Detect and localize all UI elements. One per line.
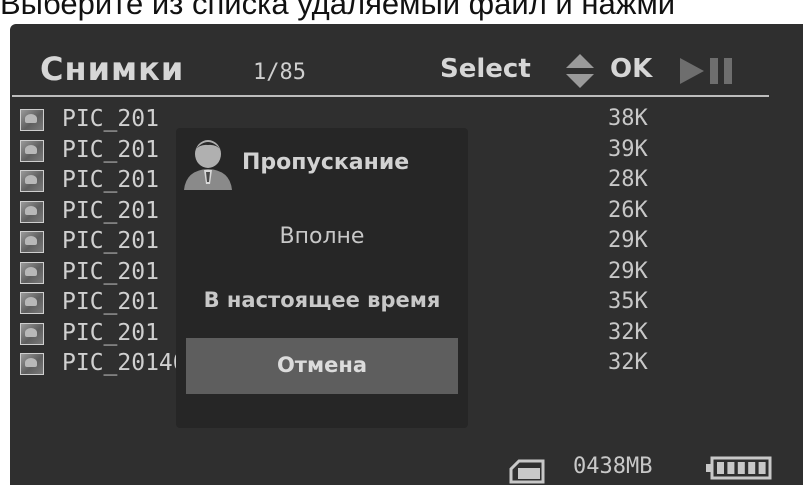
file-size: 32K	[608, 350, 648, 375]
person-icon	[184, 140, 232, 190]
image-thumbnail-icon	[20, 231, 44, 253]
image-thumbnail-icon	[20, 322, 44, 345]
file-name: PIC_201	[62, 289, 159, 315]
file-counter: 1/85	[253, 60, 306, 85]
up-down-arrows-icon[interactable]	[564, 53, 596, 89]
caption-text: Выберите из списка удаляемый файл и нажм…	[0, 0, 676, 21]
file-name: PIC_201	[62, 258, 159, 285]
device-screen: Снимки 1/85 Select OK PIC_201 38K PIC_20…	[10, 24, 803, 485]
image-thumbnail-icon	[20, 353, 44, 375]
battery-bar	[748, 462, 756, 474]
option-fully[interactable]: Вполне	[176, 224, 468, 249]
battery-bar	[717, 462, 724, 474]
status-bar: 0438MB	[10, 450, 803, 485]
image-thumbnail-icon	[20, 170, 44, 192]
option-current[interactable]: В настоящее время	[176, 288, 468, 312]
file-size: 29K	[608, 258, 648, 284]
image-thumbnail-icon	[20, 292, 44, 314]
battery-bar	[758, 462, 766, 474]
image-thumbnail-icon	[20, 109, 44, 131]
file-name: PIC_201	[62, 228, 159, 254]
header-bar: Снимки 1/85 Select OK	[10, 24, 803, 96]
option-cancel[interactable]: Отмена	[186, 338, 458, 394]
battery-icon	[706, 456, 772, 480]
image-thumbnail-icon	[20, 261, 44, 284]
file-size: 29K	[608, 228, 648, 253]
file-size: 35K	[608, 289, 648, 314]
file-size: 39K	[608, 136, 648, 162]
file-name: PIC_201	[62, 136, 159, 163]
file-name: PIC_201	[62, 197, 159, 224]
file-size: 28K	[608, 167, 648, 192]
battery-bar	[727, 462, 735, 474]
image-thumbnail-icon	[20, 200, 44, 223]
skip-dialog: Пропускание Вполне В настоящее время Отм…	[176, 128, 468, 428]
file-name: PIC_201	[62, 319, 159, 346]
file-size: 38K	[608, 106, 648, 131]
image-thumbnail-icon	[20, 139, 44, 162]
page-title: Снимки	[40, 50, 185, 88]
dialog-title: Пропускание	[242, 150, 410, 175]
sd-card-icon	[509, 459, 545, 484]
file-size: 32K	[608, 319, 648, 345]
battery-bar	[737, 462, 745, 474]
header-divider	[12, 95, 769, 97]
storage-free: 0438MB	[573, 454, 653, 479]
battery-level-bars	[717, 462, 766, 474]
ok-hint-label[interactable]: OK	[610, 54, 652, 84]
select-hint-label: Select	[440, 54, 531, 84]
play-pause-icon[interactable]	[678, 56, 738, 86]
file-size: 26K	[608, 197, 648, 223]
file-name: PIC_201	[62, 167, 159, 193]
file-name: PIC_201	[62, 106, 159, 132]
